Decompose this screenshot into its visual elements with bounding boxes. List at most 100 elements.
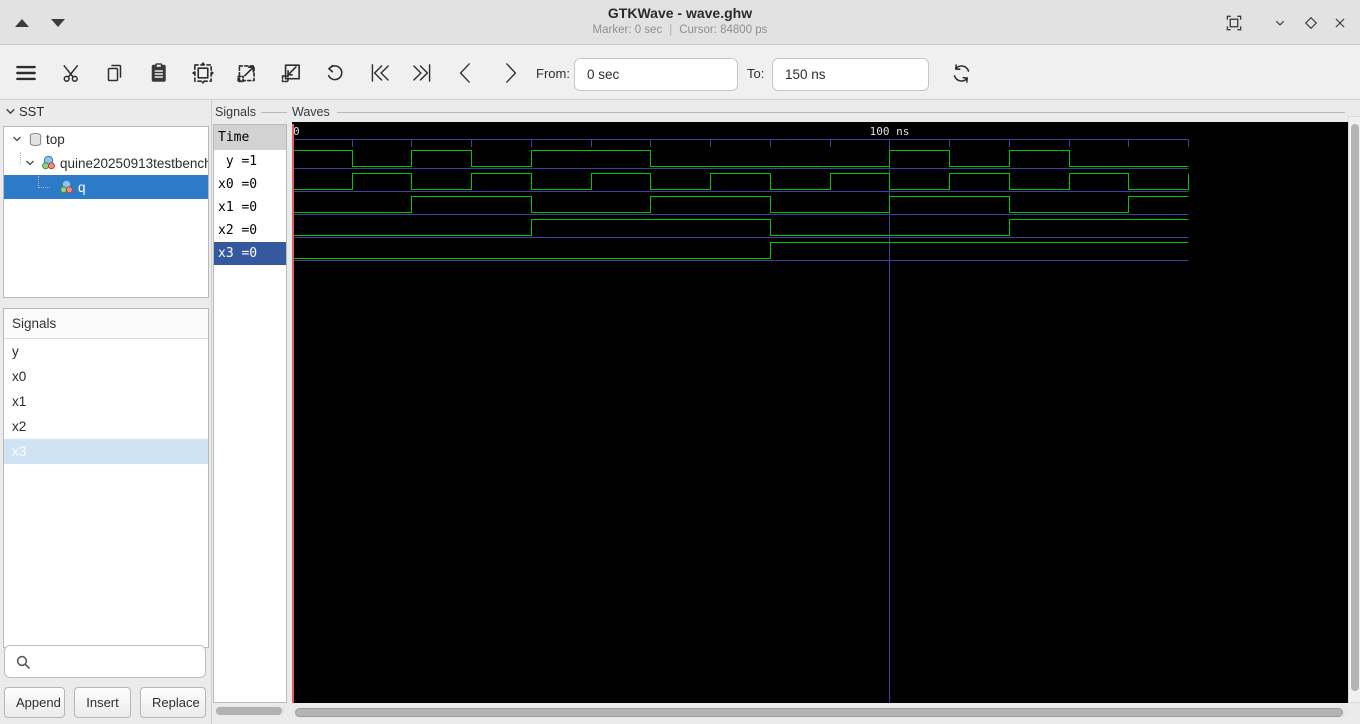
signal-list-item[interactable]: x1 (4, 389, 208, 414)
signal-list-item[interactable]: x2 (4, 414, 208, 439)
scrollbar-thumb[interactable] (216, 707, 282, 715)
tree-item-q[interactable]: q (4, 175, 208, 199)
window-fit-button[interactable] (1222, 11, 1246, 35)
goto-end-button[interactable] (404, 55, 440, 91)
paste-icon (151, 63, 166, 82)
frame-line (261, 112, 287, 113)
zoom-fit-icon (191, 61, 215, 85)
expander-icon[interactable] (11, 133, 23, 145)
status-line: Marker: 0 sec | Cursor: 84800 ps (0, 24, 1360, 36)
sst-header-label: SST (19, 104, 45, 119)
append-button[interactable]: Append (4, 687, 65, 718)
tree-item-label: top (46, 131, 65, 147)
signal-search-list: Signals y x0 x1 x2 x3 (3, 308, 209, 648)
signal-list-item[interactable]: x0 (4, 364, 208, 389)
scrollbar-thumb[interactable] (1350, 124, 1359, 691)
chevron-left-icon (459, 63, 470, 83)
from-label: From: (536, 66, 570, 81)
chevron-right-icon (506, 63, 517, 83)
signal-value-row[interactable]: x2 =0 (214, 219, 286, 242)
undo-button[interactable] (317, 55, 353, 91)
zoom-in-icon (237, 65, 255, 83)
waveform-canvas[interactable]: 0 100 ns (292, 122, 1348, 703)
waves-vertical-scrollbar[interactable] (1348, 116, 1360, 703)
window-maximize-button[interactable] (1299, 11, 1323, 35)
paste-button[interactable] (141, 55, 177, 91)
expander-icon[interactable] (24, 157, 36, 169)
window-close-button[interactable] (1328, 11, 1352, 35)
tree-item-top[interactable]: top (4, 127, 208, 151)
waveform-svg: 0 100 ns (292, 124, 1190, 703)
signal-value-row[interactable]: x0 =0 (214, 173, 286, 196)
next-edge-button[interactable] (492, 55, 528, 91)
signal-names-panel: Signals Time y =1 x0 =0 x1 =0 x2 =0 x3 =… (213, 100, 288, 724)
frame-line (337, 112, 1345, 113)
signal-list-item-selected[interactable]: x3 (4, 439, 208, 464)
copy-button[interactable] (97, 55, 133, 91)
zoom-in-button[interactable] (229, 55, 265, 91)
tree-item-label: quine20250913testbench (60, 155, 208, 171)
tree-guide (38, 176, 50, 188)
scope-spheres-icon (59, 179, 75, 195)
main-area: SST top quine20250913testbench q Signals… (0, 100, 1360, 724)
signal-search (4, 645, 206, 678)
copy-icon (107, 64, 122, 82)
expander-icon (6, 108, 15, 115)
titlebar: GTKWave - wave.ghw Marker: 0 sec | Cursor:… (0, 0, 1360, 45)
scroll-up-button[interactable] (8, 12, 36, 34)
to-label: To: (747, 66, 765, 81)
skip-to-start-icon (371, 64, 389, 82)
search-icon (16, 655, 31, 670)
signals-frame-label: Signals (215, 105, 256, 119)
to-input[interactable] (772, 58, 929, 91)
scrollbar-thumb[interactable] (295, 707, 1343, 717)
window-title: GTKWave - wave.ghw (607, 5, 753, 21)
scroll-down-button[interactable] (44, 12, 72, 34)
reload-icon (953, 63, 969, 83)
replace-button[interactable]: Replace (140, 687, 206, 718)
hierarchy-tree: top quine20250913testbench q (3, 126, 209, 298)
tree-item-testbench[interactable]: quine20250913testbench (4, 151, 208, 175)
module-cylinder-icon (28, 132, 43, 147)
sst-header[interactable]: SST (4, 104, 44, 119)
menu-button[interactable] (8, 55, 44, 91)
cut-button[interactable] (54, 55, 90, 91)
from-input[interactable] (574, 58, 738, 91)
sst-panel: SST top quine20250913testbench q Signals… (0, 100, 212, 724)
signal-values-list: Time y =1 x0 =0 x1 =0 x2 =0 x3 =0 (213, 124, 287, 703)
signal-list-item[interactable]: y (4, 339, 208, 364)
signal-value-row[interactable]: y =1 (214, 150, 286, 173)
zoom-out-icon (281, 64, 300, 83)
cut-icon (63, 65, 79, 82)
cursor-status: Cursor: 84800 ps (679, 24, 768, 36)
up-triangle-icon (15, 19, 29, 27)
search-input[interactable] (35, 647, 200, 676)
tree-guide (20, 152, 21, 164)
time-header[interactable]: Time (214, 125, 286, 150)
prev-edge-button[interactable] (448, 55, 484, 91)
zoom-out-button[interactable] (273, 55, 309, 91)
signal-value-row[interactable]: x1 =0 (214, 196, 286, 219)
scope-spheres-icon (41, 155, 57, 171)
signal-value-row-selected[interactable]: x3 =0 (214, 242, 286, 265)
tree-item-label: q (78, 179, 86, 195)
menu-icon (16, 65, 36, 81)
close-icon (1335, 18, 1345, 28)
undo-icon (327, 64, 343, 80)
names-horizontal-scrollbar[interactable] (215, 706, 285, 716)
waves-frame-label: Waves (292, 105, 330, 119)
signal-list-header[interactable]: Signals (4, 309, 208, 339)
zoom-fit-button[interactable] (185, 55, 221, 91)
insert-button[interactable]: Insert (74, 687, 131, 718)
status-divider: | (669, 24, 673, 36)
window-minimize-button[interactable] (1268, 11, 1292, 35)
waves-horizontal-scrollbar[interactable] (292, 706, 1348, 718)
skip-to-end-icon (413, 64, 431, 82)
svg-text:100 ns: 100 ns (870, 125, 910, 138)
reload-button[interactable] (943, 55, 979, 91)
fit-to-window-icon (1226, 15, 1242, 31)
waves-panel: Waves 0 100 ns (289, 100, 1360, 724)
goto-start-button[interactable] (362, 55, 398, 91)
gtkwave-window: GTKWave - wave.ghw Marker: 0 sec | Cursor:… (0, 0, 1360, 724)
down-triangle-icon (51, 19, 65, 27)
